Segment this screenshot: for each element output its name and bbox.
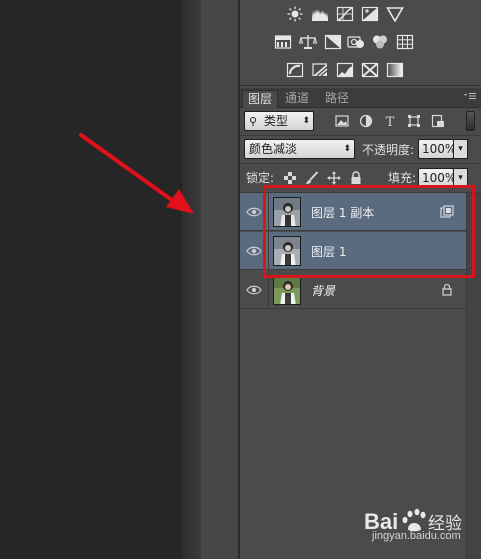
- filter-toggle[interactable]: [466, 111, 475, 131]
- invert-icon[interactable]: [286, 62, 304, 78]
- gradient-map-icon[interactable]: [386, 62, 404, 78]
- filter-pixel-icon[interactable]: [335, 114, 349, 128]
- updown-arrow-icon: ⬍: [302, 116, 310, 126]
- updown-arrow-icon: ⬍: [343, 144, 351, 154]
- lock-pixels-icon[interactable]: [305, 171, 319, 185]
- right-panel: 图层 通道 路径 ⚲ 类型 ⬍ T 颜色减淡 ⬍ 不透明度: 100% ▾ 锁定…: [240, 0, 481, 559]
- brightness-contrast-icon[interactable]: [286, 6, 304, 22]
- adjustments-row-2: [240, 32, 481, 52]
- lock-all-icon[interactable]: [349, 171, 363, 185]
- canvas-area: [0, 0, 182, 559]
- threshold-icon[interactable]: [336, 62, 354, 78]
- selective-color-icon[interactable]: [361, 62, 379, 78]
- filter-kind-label: 类型: [263, 114, 288, 128]
- tab-layers[interactable]: 图层: [242, 90, 279, 108]
- levels-icon[interactable]: [311, 6, 329, 22]
- filter-shape-icon[interactable]: [407, 114, 421, 128]
- posterize-icon[interactable]: [311, 62, 329, 78]
- color-lookup-icon[interactable]: [396, 34, 414, 50]
- hue-saturation-icon[interactable]: [274, 34, 292, 50]
- adjustments-panel: [240, 0, 481, 86]
- fill-label: 填充:: [388, 171, 417, 185]
- photo-filter-icon[interactable]: [347, 34, 365, 50]
- adjustments-row-3: [240, 60, 481, 80]
- tab-channels[interactable]: 通道: [280, 90, 314, 108]
- layer-name[interactable]: 背景: [311, 282, 335, 299]
- svg-text:T: T: [386, 115, 395, 128]
- color-balance-icon[interactable]: [299, 34, 317, 50]
- panel-menu-icon[interactable]: [463, 91, 477, 103]
- adjustments-row-1: [240, 4, 481, 24]
- curves-icon[interactable]: [336, 6, 354, 22]
- opacity-input[interactable]: 100%: [418, 139, 456, 159]
- lock-label: 锁定:: [246, 171, 275, 185]
- layer-filter-row: ⚲ 类型 ⬍ T: [240, 109, 481, 135]
- vibrance-icon[interactable]: [386, 6, 404, 22]
- channel-mixer-icon[interactable]: [371, 34, 389, 50]
- lock-position-icon[interactable]: [327, 171, 341, 185]
- visibility-eye-icon[interactable]: [246, 284, 262, 296]
- visibility-eye-icon[interactable]: [246, 245, 262, 257]
- blend-row: 颜色减淡 ⬍ 不透明度: 100% ▾: [240, 136, 481, 162]
- watermark-url: jingyan.baidu.com: [372, 530, 461, 542]
- opacity-label: 不透明度:: [362, 143, 415, 157]
- layers-panel-tabs: 图层 通道 路径: [240, 88, 481, 108]
- panel-dock-strip: [200, 0, 238, 559]
- filter-kind-select[interactable]: ⚲ 类型 ⬍: [244, 111, 314, 131]
- opacity-slider-toggle[interactable]: ▾: [454, 139, 468, 159]
- filter-type-icon[interactable]: T: [383, 114, 397, 128]
- black-white-icon[interactable]: [324, 34, 342, 50]
- filter-adjustment-icon[interactable]: [359, 114, 373, 128]
- blend-mode-select[interactable]: 颜色减淡 ⬍: [244, 139, 355, 159]
- canvas-edge: [182, 0, 200, 559]
- annotation-highlight-box: [263, 185, 475, 278]
- tab-paths[interactable]: 路径: [320, 90, 354, 108]
- search-icon: ⚲: [249, 115, 258, 128]
- filter-smart-object-icon[interactable]: [431, 114, 445, 128]
- layer-thumbnail[interactable]: [273, 275, 301, 305]
- exposure-icon[interactable]: [361, 6, 379, 22]
- blend-mode-value: 颜色减淡: [249, 142, 298, 156]
- lock-transparent-icon[interactable]: [283, 171, 297, 185]
- visibility-eye-icon[interactable]: [246, 206, 262, 218]
- lock-icon: [440, 283, 454, 297]
